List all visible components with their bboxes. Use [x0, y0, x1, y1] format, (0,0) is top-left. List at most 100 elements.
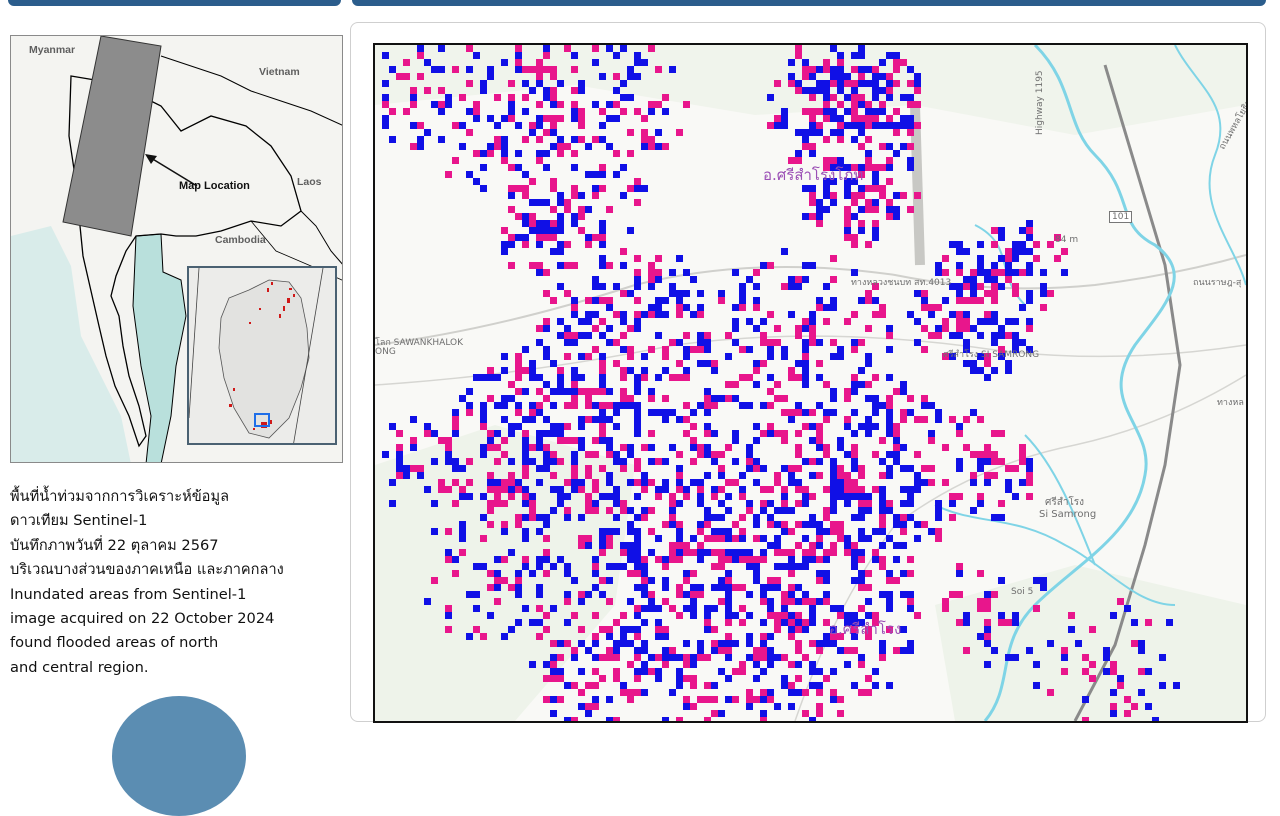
flood-pixel [767, 584, 774, 591]
flood-pixel [522, 563, 529, 570]
flood-pixel [802, 619, 809, 626]
flood-pixel [410, 437, 417, 444]
flood-pixel [592, 59, 599, 66]
flood-pixel [823, 381, 830, 388]
flood-pixel [949, 500, 956, 507]
flood-pixel [550, 101, 557, 108]
flood-pixel [767, 605, 774, 612]
flood-pixel [571, 150, 578, 157]
flood-pixel [585, 206, 592, 213]
flood-pixel [802, 73, 809, 80]
flood-pixel [690, 535, 697, 542]
flood-pixel [760, 640, 767, 647]
flood-pixel [1110, 668, 1117, 675]
flood-pixel [571, 108, 578, 115]
flood-pixel [914, 318, 921, 325]
flood-pixel [599, 675, 606, 682]
flood-pixel [592, 297, 599, 304]
flood-pixel [543, 87, 550, 94]
flood-pixel [697, 640, 704, 647]
flood-pixel [830, 542, 837, 549]
flood-pixel [942, 598, 949, 605]
flood-pixel [816, 458, 823, 465]
flood-pixel [907, 206, 914, 213]
flood-pixel [550, 423, 557, 430]
flood-pixel [599, 262, 606, 269]
flood-pixel [634, 381, 641, 388]
flood-pixel [396, 444, 403, 451]
flood-pixel [501, 416, 508, 423]
flood-pixel [522, 528, 529, 535]
flood-pixel [410, 416, 417, 423]
flood-pixel [1075, 640, 1082, 647]
flood-pixel [543, 570, 550, 577]
flood-pixel [550, 563, 557, 570]
flood-pixel [739, 619, 746, 626]
flood-pixel [886, 577, 893, 584]
flood-pixel [977, 241, 984, 248]
flood-pixel [963, 248, 970, 255]
flood-pixel [599, 171, 606, 178]
flood-pixel [886, 591, 893, 598]
flood-pixel [767, 577, 774, 584]
flood-pixel [781, 605, 788, 612]
flood-pixel [837, 122, 844, 129]
flood-pixel [529, 402, 536, 409]
flood-pixel [396, 472, 403, 479]
flood-pixel [557, 500, 564, 507]
flood-pixel [893, 437, 900, 444]
flood-pixel [865, 136, 872, 143]
flood-pixel [613, 514, 620, 521]
flood-pixel [711, 486, 718, 493]
description-line: บันทึกภาพวันที่ 22 ตุลาคม 2567 [10, 536, 219, 554]
flood-pixel [760, 633, 767, 640]
flood-pixel [1005, 619, 1012, 626]
flood-pixel [543, 612, 550, 619]
flood-pixel [823, 528, 830, 535]
top-bar-left [8, 0, 341, 6]
flood-pixel [718, 647, 725, 654]
flood-pixel [564, 717, 571, 721]
flood-pixel [802, 500, 809, 507]
flood-pixel [830, 73, 837, 80]
flood-pixel [613, 640, 620, 647]
flood-pixel [851, 80, 858, 87]
flood-pixel [550, 675, 557, 682]
flood-pixel [802, 493, 809, 500]
flood-pixel [970, 507, 977, 514]
flood-pixel [956, 262, 963, 269]
flood-pixel [816, 570, 823, 577]
flood-pixel [837, 87, 844, 94]
flood-pixel [445, 486, 452, 493]
flood-pixel [816, 668, 823, 675]
flood-pixel [837, 59, 844, 66]
flood-pixel [970, 269, 977, 276]
flood-pixel [718, 710, 725, 717]
flood-pixel [627, 598, 634, 605]
flood-pixel [529, 661, 536, 668]
flood-pixel [788, 465, 795, 472]
flood-pixel [690, 437, 697, 444]
flood-pixel [921, 416, 928, 423]
flood-pixel [914, 521, 921, 528]
flood-pixel [858, 514, 865, 521]
flood-pixel [522, 451, 529, 458]
flood-pixel [991, 227, 998, 234]
flood-pixel [823, 283, 830, 290]
flood-pixel [1012, 332, 1019, 339]
flood-pixel [529, 416, 536, 423]
flood-pixel [1124, 710, 1131, 717]
flood-pixel [879, 514, 886, 521]
flood-pixel [613, 73, 620, 80]
description-line: ดาวเทียม Sentinel-1 [10, 512, 148, 530]
flood-pixel [1117, 598, 1124, 605]
flood-pixel [837, 710, 844, 717]
flood-pixel [662, 479, 669, 486]
flood-pixel [648, 143, 655, 150]
flood-pixel [830, 94, 837, 101]
flood-pixel [858, 192, 865, 199]
flood-pixel [732, 437, 739, 444]
flood-pixel [858, 493, 865, 500]
flood-pixel [627, 290, 634, 297]
flood-pixel [907, 143, 914, 150]
